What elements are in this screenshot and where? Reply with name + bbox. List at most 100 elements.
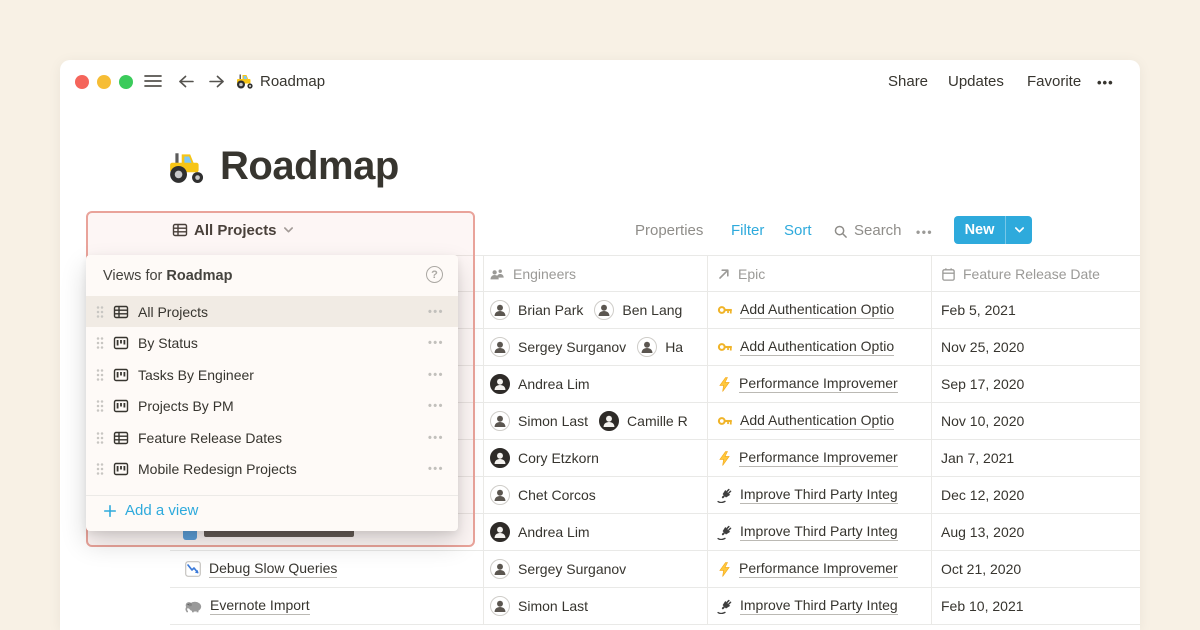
date-cell[interactable]: Nov 25, 2020: [941, 329, 1140, 365]
panel-divider: [86, 495, 458, 496]
view-item-by-status[interactable]: By Status •••: [86, 327, 458, 358]
epic-cell[interactable]: Performance Improvemer: [717, 366, 932, 402]
column-header-epic[interactable]: Epic: [717, 256, 932, 292]
view-item-more-button[interactable]: •••: [428, 369, 444, 381]
epic-link[interactable]: Add Authentication Optio: [740, 412, 894, 430]
engineers-cell[interactable]: Chet Corcos: [490, 477, 708, 513]
lightning-icon: [717, 562, 732, 577]
project-cell[interactable]: Evernote Import: [185, 588, 477, 624]
epic-cell[interactable]: Add Authentication Optio: [717, 292, 932, 328]
drag-handle-icon[interactable]: [95, 430, 105, 446]
engineers-cell[interactable]: Sergey Surganov: [490, 551, 708, 587]
search-button[interactable]: Search: [854, 222, 902, 239]
epic-link[interactable]: Performance Improvemer: [739, 560, 898, 578]
epic-link[interactable]: Add Authentication Optio: [740, 338, 894, 356]
view-item-all-projects[interactable]: All Projects •••: [86, 296, 458, 327]
engineers-cell[interactable]: Brian Park Ben Lang: [490, 292, 708, 328]
date-cell[interactable]: Feb 5, 2021: [941, 292, 1140, 328]
avatar: [599, 411, 619, 431]
help-icon[interactable]: ?: [426, 266, 443, 283]
epic-cell[interactable]: Improve Third Party Integ: [717, 514, 932, 550]
epic-link[interactable]: Performance Improvemer: [739, 375, 898, 393]
view-item-more-button[interactable]: •••: [428, 463, 444, 475]
epic-cell[interactable]: Performance Improvemer: [717, 551, 932, 587]
favorite-button[interactable]: Favorite: [1027, 73, 1081, 90]
forward-arrow-icon[interactable]: [208, 75, 225, 88]
epic-cell[interactable]: Improve Third Party Integ: [717, 477, 932, 513]
engineers-cell[interactable]: Simon Last: [490, 588, 708, 624]
minimize-window-button[interactable]: [97, 75, 111, 89]
new-button[interactable]: New: [954, 216, 1032, 244]
drag-handle-icon[interactable]: [95, 335, 105, 351]
breadcrumb-page-title[interactable]: Roadmap: [260, 73, 325, 90]
date-cell[interactable]: Sep 17, 2020: [941, 366, 1140, 402]
notion-window: Roadmap Share Updates Favorite ••• Roadm…: [60, 60, 1140, 630]
chevron-down-icon: [283, 226, 294, 234]
column-header-engineers[interactable]: Engineers: [490, 256, 708, 292]
drag-handle-icon[interactable]: [95, 304, 105, 320]
epic-link[interactable]: Performance Improvemer: [739, 449, 898, 467]
topbar-more-button[interactable]: •••: [1097, 75, 1114, 90]
view-item-projects-by-pm[interactable]: Projects By PM •••: [86, 390, 458, 421]
search-icon[interactable]: [833, 224, 848, 239]
date-cell[interactable]: Feb 10, 2021: [941, 588, 1140, 624]
view-item-mobile-redesign-projects[interactable]: Mobile Redesign Projects •••: [86, 453, 458, 484]
close-window-button[interactable]: [75, 75, 89, 89]
view-item-more-button[interactable]: •••: [428, 400, 444, 412]
project-link[interactable]: Evernote Import: [210, 597, 310, 615]
engineers-cell[interactable]: Andrea Lim: [490, 514, 708, 550]
date-cell[interactable]: Dec 12, 2020: [941, 477, 1140, 513]
add-view-button[interactable]: Add a view: [103, 502, 198, 519]
project-link[interactable]: Debug Slow Queries: [209, 560, 337, 578]
engineers-cell[interactable]: Sergey Surganov Ha: [490, 329, 708, 365]
sort-button[interactable]: Sort: [784, 222, 812, 239]
epic-cell[interactable]: Performance Improvemer: [717, 440, 932, 476]
back-arrow-icon[interactable]: [178, 75, 195, 88]
date-cell[interactable]: Nov 10, 2020: [941, 403, 1140, 439]
view-selector[interactable]: All Projects: [172, 216, 294, 244]
view-item-feature-release-dates[interactable]: Feature Release Dates •••: [86, 422, 458, 453]
date-cell[interactable]: Aug 13, 2020: [941, 514, 1140, 550]
sidebar-menu-icon[interactable]: [144, 74, 162, 88]
properties-button[interactable]: Properties: [635, 222, 703, 239]
board-view-icon: [113, 335, 129, 351]
drag-handle-icon[interactable]: [95, 461, 105, 477]
tractor-title-icon[interactable]: [168, 148, 206, 186]
chart-down-icon: [185, 561, 201, 577]
drag-handle-icon[interactable]: [95, 367, 105, 383]
epic-link[interactable]: Improve Third Party Integ: [740, 486, 898, 504]
epic-link[interactable]: Improve Third Party Integ: [740, 597, 898, 615]
avatar: [490, 559, 510, 579]
filter-button[interactable]: Filter: [731, 222, 764, 239]
share-button[interactable]: Share: [888, 73, 928, 90]
drag-handle-icon[interactable]: [95, 398, 105, 414]
date-cell[interactable]: Oct 21, 2020: [941, 551, 1140, 587]
view-item-more-button[interactable]: •••: [428, 337, 444, 349]
key-icon: [717, 413, 733, 429]
epic-link[interactable]: Add Authentication Optio: [740, 301, 894, 319]
board-view-icon: [113, 398, 129, 414]
view-item-tasks-by-engineer[interactable]: Tasks By Engineer •••: [86, 359, 458, 390]
date-cell[interactable]: Jan 7, 2021: [941, 440, 1140, 476]
zoom-window-button[interactable]: [119, 75, 133, 89]
view-selector-label: All Projects: [194, 222, 277, 239]
engineers-cell[interactable]: Andrea Lim: [490, 366, 708, 402]
epic-cell[interactable]: Improve Third Party Integ: [717, 588, 932, 624]
new-dropdown-button[interactable]: [1006, 226, 1032, 234]
toolbar-more-button[interactable]: •••: [916, 225, 933, 239]
engineers-cell[interactable]: Simon Last Camille R: [490, 403, 708, 439]
epic-link[interactable]: Improve Third Party Integ: [740, 523, 898, 541]
epic-cell[interactable]: Add Authentication Optio: [717, 329, 932, 365]
view-item-more-button[interactable]: •••: [428, 306, 444, 318]
marketing-canvas: Roadmap Share Updates Favorite ••• Roadm…: [0, 0, 1200, 630]
elephant-icon: [185, 599, 202, 613]
view-item-more-button[interactable]: •••: [428, 432, 444, 444]
epic-cell[interactable]: Add Authentication Optio: [717, 403, 932, 439]
page-title[interactable]: Roadmap: [220, 144, 399, 189]
engineers-cell[interactable]: Cory Etzkorn: [490, 440, 708, 476]
table-view-icon: [113, 430, 129, 446]
project-cell[interactable]: Debug Slow Queries: [185, 551, 477, 587]
updates-button[interactable]: Updates: [948, 73, 1004, 90]
key-icon: [717, 339, 733, 355]
column-header-feature-release-date[interactable]: Feature Release Date: [941, 256, 1140, 292]
